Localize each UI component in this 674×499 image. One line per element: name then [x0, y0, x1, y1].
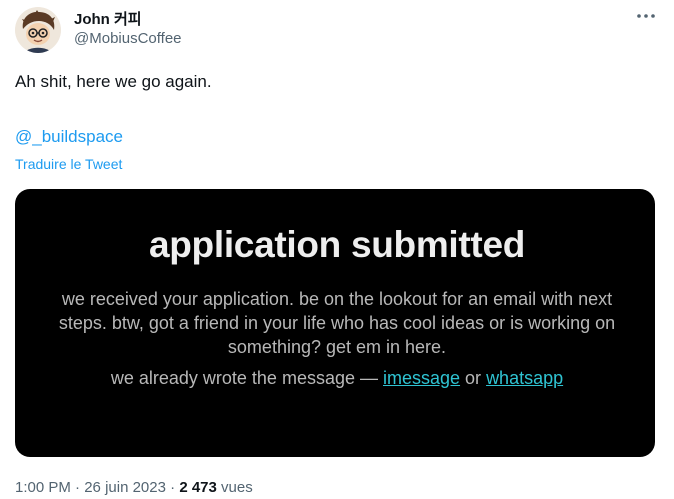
avatar[interactable] [15, 7, 61, 53]
media-title: application submitted [148, 224, 526, 265]
translate-tweet-link[interactable]: Traduire le Tweet [15, 156, 122, 172]
tweet: John 커피 @MobiusCoffee Ah shit, here we g… [0, 0, 674, 499]
imessage-link[interactable]: imessage [383, 368, 460, 388]
more-options-icon [637, 14, 655, 18]
tweet-date[interactable]: 26 juin 2023 [84, 479, 166, 496]
tweet-text: Ah shit, here we go again. [15, 72, 212, 91]
author-handle[interactable]: @MobiusCoffee [74, 30, 182, 47]
tweet-time[interactable]: 1:00 PM [15, 479, 71, 496]
mention-link[interactable]: @_buildspace [15, 127, 123, 147]
media-cta-line: we already wrote the message — imessage … [0, 368, 674, 389]
author-name[interactable]: John 커피 [74, 8, 142, 29]
meta-separator: · [70, 479, 85, 496]
whatsapp-link[interactable]: whatsapp [486, 368, 563, 388]
media-cta-prefix: we already wrote the message — [110, 368, 383, 388]
avatar-illustration-icon [15, 7, 61, 53]
views-count: 2 473 [179, 479, 217, 496]
meta-separator-2: · [165, 479, 180, 496]
media-cta-or: or [460, 368, 487, 388]
more-options-button[interactable] [632, 4, 660, 28]
media-body-text: we received your application. be on the … [58, 289, 616, 357]
views-label: vues [216, 479, 253, 496]
tweet-meta: 1:00 PM · 26 juin 2023 · 2 473 vues [15, 479, 253, 496]
